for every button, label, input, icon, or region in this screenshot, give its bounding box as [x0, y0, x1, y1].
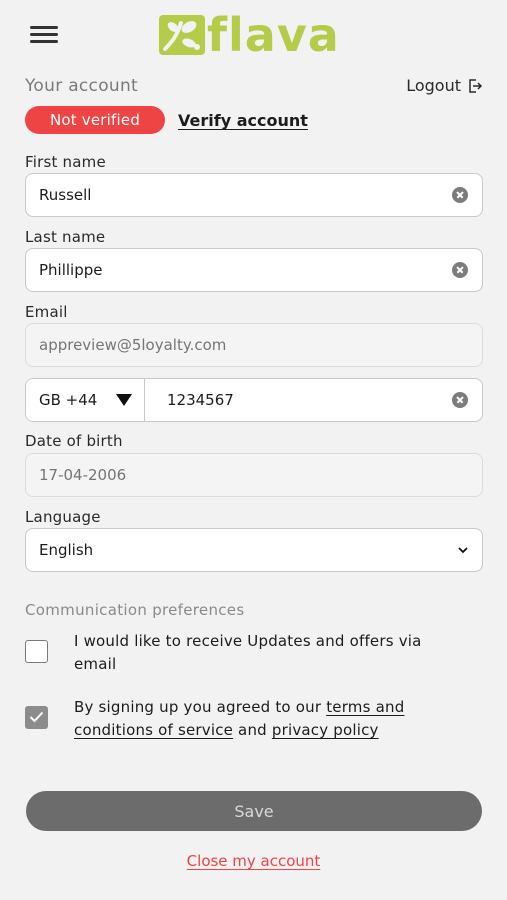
status-badge: Not verified	[25, 106, 165, 134]
last-name-field	[25, 248, 483, 292]
clear-icon[interactable]	[452, 187, 468, 203]
updates-text: I would like to receive Updates and offe…	[74, 632, 422, 673]
last-name-input[interactable]	[39, 249, 452, 291]
language-label: Language	[25, 508, 101, 526]
phone-input[interactable]	[167, 379, 452, 421]
privacy-link[interactable]: privacy policy	[272, 721, 379, 739]
checkmark-icon	[29, 711, 44, 723]
email-input	[39, 324, 468, 366]
email-field	[25, 323, 483, 367]
logout-button[interactable]: Logout	[406, 76, 483, 95]
clear-icon[interactable]	[452, 392, 468, 408]
dob-input	[39, 454, 468, 496]
verify-account-link[interactable]: Verify account	[178, 111, 308, 130]
logo-text: flava	[207, 8, 340, 62]
last-name-label: Last name	[25, 228, 106, 246]
language-value: English	[39, 541, 94, 559]
menu-icon[interactable]	[30, 26, 58, 44]
terms-checkbox[interactable]	[25, 706, 48, 729]
country-code-value: GB +44	[39, 391, 98, 409]
dob-field	[25, 453, 483, 497]
terms-prefix: By signing up you agreed to our	[74, 698, 327, 716]
phone-field: GB +44	[25, 378, 483, 422]
logout-label: Logout	[406, 76, 461, 95]
email-label: Email	[25, 303, 68, 321]
logo-mark-icon	[159, 15, 205, 55]
first-name-field	[25, 173, 483, 217]
dob-label: Date of birth	[25, 432, 123, 450]
chevron-down-icon	[458, 547, 468, 554]
first-name-input[interactable]	[39, 174, 452, 216]
preferences-title: Communication preferences	[25, 601, 245, 619]
terms-middle: and	[233, 721, 272, 739]
updates-checkbox[interactable]	[25, 640, 48, 663]
section-title: Your account	[25, 76, 139, 96]
close-account-link[interactable]: Close my account	[0, 852, 507, 870]
country-code-select[interactable]: GB +44	[39, 379, 145, 421]
first-name-label: First name	[25, 153, 106, 171]
logout-icon	[469, 78, 483, 93]
language-select[interactable]: English	[25, 528, 483, 572]
save-button[interactable]: Save	[26, 791, 482, 831]
clear-icon[interactable]	[452, 262, 468, 278]
logo: flava	[159, 8, 340, 62]
dropdown-triangle-icon	[116, 394, 132, 406]
terms-text: By signing up you agreed to our terms an…	[74, 696, 444, 742]
